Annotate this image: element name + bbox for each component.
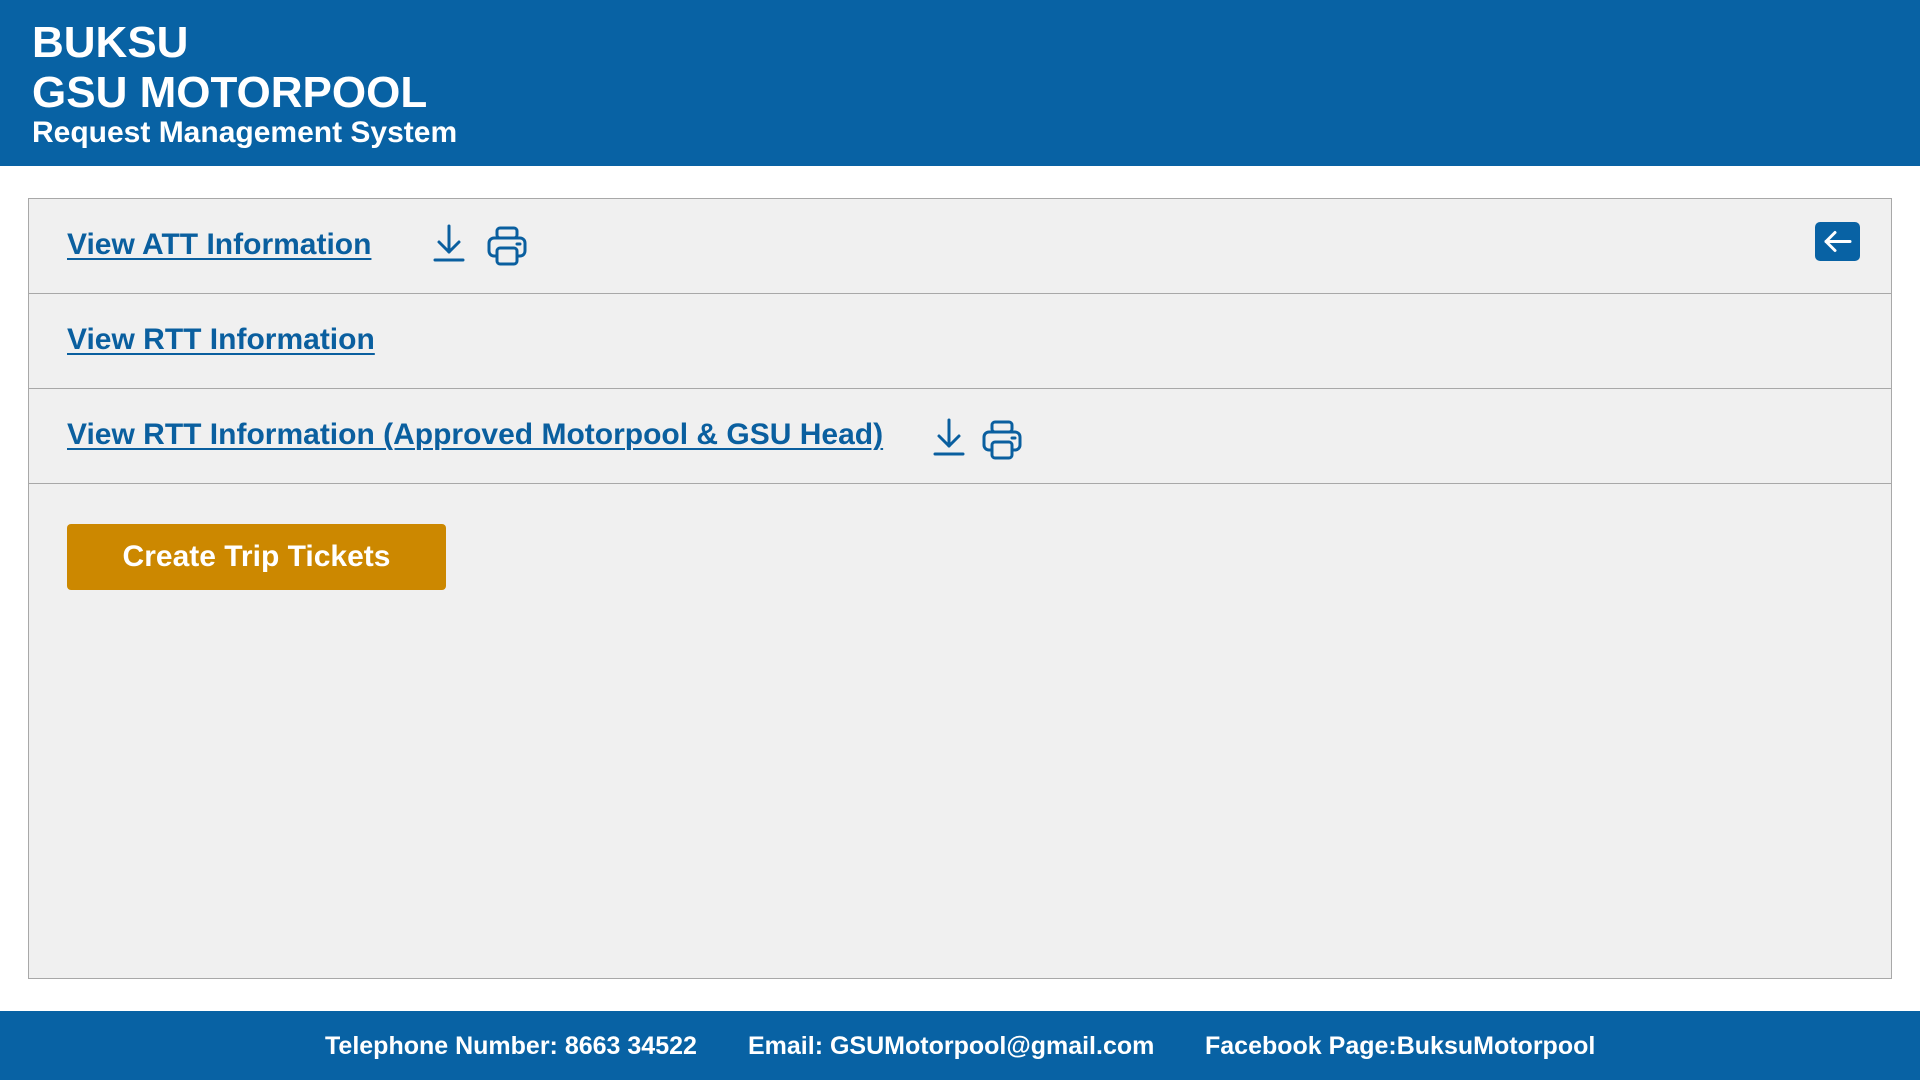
download-icon[interactable] <box>427 222 471 266</box>
header-title-line2: GSU MOTORPOOL <box>32 68 428 117</box>
arrow-left-icon <box>1824 231 1852 252</box>
back-button[interactable] <box>1815 222 1860 261</box>
view-rtt-link[interactable]: View RTT Information <box>67 322 375 358</box>
main-panel: View ATT Information View RTT Informatio… <box>28 198 1892 979</box>
header-title-line1: BUKSU <box>32 18 189 67</box>
create-trip-tickets-button[interactable]: Create Trip Tickets <box>67 524 446 590</box>
view-rtt-approved-link[interactable]: View RTT Information (Approved Motorpool… <box>67 417 883 453</box>
app-footer: Telephone Number: 8663 34522 Email: GSUM… <box>0 1011 1920 1080</box>
rtt-row: View RTT Information <box>29 294 1891 389</box>
header-subtitle: Request Management System <box>32 116 458 149</box>
footer-telephone: Telephone Number: 8663 34522 <box>325 1032 697 1060</box>
download-icon[interactable] <box>927 416 971 460</box>
rtt-approved-row: View RTT Information (Approved Motorpool… <box>29 389 1891 484</box>
app-header: BUKSU GSU MOTORPOOL Request Management S… <box>0 0 1920 166</box>
view-att-link[interactable]: View ATT Information <box>67 227 371 263</box>
footer-facebook: Facebook Page:BuksuMotorpool <box>1205 1032 1596 1060</box>
printer-icon[interactable] <box>485 224 529 268</box>
att-row: View ATT Information <box>29 199 1891 294</box>
printer-icon[interactable] <box>980 418 1024 462</box>
footer-email: Email: GSUMotorpool@gmail.com <box>748 1032 1155 1060</box>
